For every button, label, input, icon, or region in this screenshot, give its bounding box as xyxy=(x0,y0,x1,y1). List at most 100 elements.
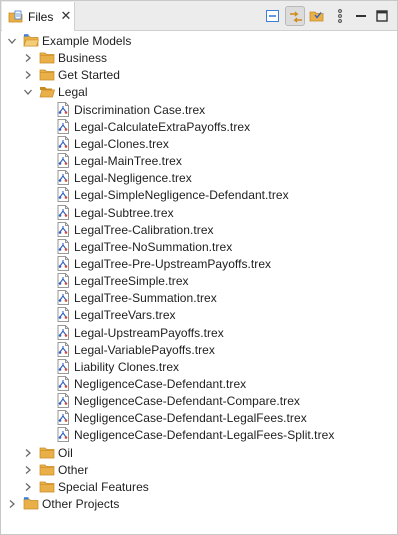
chevron-right-icon[interactable] xyxy=(23,464,33,474)
tree-item-legal-simplenegligence-defendant-trex[interactable]: Legal-SimpleNegligence-Defendant.trex xyxy=(1,186,395,203)
collapse-all-icon[interactable] xyxy=(263,6,283,26)
tree-item-get-started[interactable]: Get Started xyxy=(1,66,395,83)
tree-item-label: LegalTree-NoSummation.trex xyxy=(74,239,233,254)
chevron-right-icon[interactable] xyxy=(23,481,33,491)
tree-item-legal-clones-trex[interactable]: Legal-Clones.trex xyxy=(1,135,395,152)
tree-item-legaltree-calibration-trex[interactable]: LegalTree-Calibration.trex xyxy=(1,221,395,238)
trex-file-icon xyxy=(55,273,71,288)
tree-item-label: Legal-SimpleNegligence-Defendant.trex xyxy=(74,188,289,203)
tree-item-negligencecase-defendant-legalfees-split-trex[interactable]: NegligenceCase-Defendant-LegalFees-Split… xyxy=(1,426,395,443)
trex-file-icon xyxy=(55,204,71,220)
folder-icon xyxy=(39,462,55,477)
chevron-right-icon[interactable] xyxy=(23,69,33,80)
tree-item-legal-negligence-trex[interactable]: Legal-Negligence.trex xyxy=(1,169,395,186)
tree-item-legaltree-summation-trex[interactable]: LegalTree-Summation.trex xyxy=(1,289,395,306)
tree-item-legaltreevars-trex[interactable]: LegalTreeVars.trex xyxy=(1,306,395,323)
project-icon xyxy=(23,496,39,511)
tree-item-example-models[interactable]: Example Models xyxy=(1,32,395,49)
trex-file-icon xyxy=(55,410,71,426)
chevron-right-icon[interactable] xyxy=(23,447,33,457)
tree-item-legal[interactable]: Legal xyxy=(1,83,395,100)
tree-item-label: NegligenceCase-Defendant-Compare.trex xyxy=(74,394,300,409)
tree-item-liability-clones-trex[interactable]: Liability Clones.trex xyxy=(1,358,395,375)
trex-file-icon xyxy=(55,153,71,168)
tree-item-label: Special Features xyxy=(58,479,149,494)
tree-item-other-projects[interactable]: Other Projects xyxy=(1,495,395,512)
tab-files-label: Files xyxy=(28,10,54,24)
folder-icon xyxy=(39,479,55,494)
folder-icon xyxy=(39,67,55,82)
trex-file-icon xyxy=(55,101,71,117)
trex-file-icon xyxy=(55,393,71,409)
link-with-editor-icon[interactable] xyxy=(285,6,305,26)
trex-file-icon xyxy=(55,135,71,151)
chevron-right-icon[interactable] xyxy=(7,498,17,509)
tree-item-label: Legal xyxy=(58,85,88,100)
tree-item-label: NegligenceCase-Defendant-LegalFees.trex xyxy=(74,411,307,426)
open-folder-icon xyxy=(39,84,55,99)
tree-item-legal-upstreampayoffs-trex[interactable]: Legal-UpstreamPayoffs.trex xyxy=(1,324,395,341)
trex-file-icon xyxy=(55,358,71,374)
trex-file-icon xyxy=(55,376,71,391)
trex-file-icon xyxy=(55,427,71,443)
folder-icon xyxy=(39,445,55,460)
tree-item-label: Other Projects xyxy=(42,497,120,512)
tree-item-label: Other xyxy=(58,462,89,477)
trex-file-icon xyxy=(55,170,71,186)
tree-item-label: Legal-UpstreamPayoffs.trex xyxy=(74,325,224,340)
tree-item-legal-calculateextrapayoffs-trex[interactable]: Legal-CalculateExtraPayoffs.trex xyxy=(1,118,395,135)
tree-item-business[interactable]: Business xyxy=(1,49,395,66)
tree-item-label: Get Started xyxy=(58,68,120,83)
trex-file-icon xyxy=(55,256,71,271)
filter-icon[interactable] xyxy=(307,6,327,26)
trex-file-icon xyxy=(55,290,71,306)
tree-item-label: LegalTree-Calibration.trex xyxy=(74,222,214,237)
tree-item-legal-subtree-trex[interactable]: Legal-Subtree.trex xyxy=(1,204,395,221)
tree-item-negligencecase-defendant-trex[interactable]: NegligenceCase-Defendant.trex xyxy=(1,375,395,392)
tree-item-label: Legal-VariablePayoffs.trex xyxy=(74,342,215,357)
tree-item-label: Oil xyxy=(58,445,73,460)
tree-item-discrimination-case-trex[interactable]: Discrimination Case.trex xyxy=(1,101,395,118)
open-project-icon xyxy=(23,33,39,48)
tree-item-label: NegligenceCase-Defendant.trex xyxy=(74,377,247,391)
tree-item-label: Legal-Negligence.trex xyxy=(74,171,192,186)
trex-file-icon xyxy=(55,324,71,340)
tree-item-oil[interactable]: Oil xyxy=(1,444,395,461)
close-icon[interactable]: ✕ xyxy=(60,9,72,23)
trex-file-icon xyxy=(55,221,71,237)
tree-item-negligencecase-defendant-legalfees-trex[interactable]: NegligenceCase-Defendant-LegalFees.trex xyxy=(1,409,395,426)
tree-item-label: Legal-CalculateExtraPayoffs.trex xyxy=(74,119,251,134)
trex-file-icon xyxy=(55,341,71,357)
tree-item-legaltree-nosummation-trex[interactable]: LegalTree-NoSummation.trex xyxy=(1,238,395,255)
chevron-down-icon[interactable] xyxy=(7,35,17,45)
tree-item-special-features[interactable]: Special Features xyxy=(1,478,395,495)
tab-files[interactable]: Files ✕ xyxy=(2,2,75,31)
tree-item-label: Legal-Subtree.trex xyxy=(74,205,174,220)
trex-file-icon xyxy=(55,307,71,323)
tree-item-label: LegalTreeSimple.trex xyxy=(74,274,189,289)
tree-item-label: LegalTreeVars.trex xyxy=(74,308,176,323)
maximize-icon[interactable] xyxy=(372,6,392,26)
chevron-right-icon[interactable] xyxy=(23,52,33,63)
files-view-icon xyxy=(8,9,24,25)
tree-item-legal-maintree-trex[interactable]: Legal-MainTree.trex xyxy=(1,152,395,169)
view-menu-icon[interactable] xyxy=(330,6,350,26)
tree-item-other[interactable]: Other xyxy=(1,461,395,478)
tree-item-label: Legal-Clones.trex xyxy=(74,136,169,151)
tree-item-legaltreesimple-trex[interactable]: LegalTreeSimple.trex xyxy=(1,272,395,289)
trex-file-icon xyxy=(55,187,71,203)
trex-file-icon xyxy=(55,238,71,254)
file-tree[interactable]: Example Models Business Get Started Legal Di… xyxy=(1,32,397,534)
chevron-down-icon[interactable] xyxy=(23,86,33,96)
tree-item-label: Example Models xyxy=(42,34,132,48)
trex-file-icon xyxy=(55,118,71,134)
minimize-icon[interactable] xyxy=(351,6,371,26)
tree-item-negligencecase-defendant-compare-trex[interactable]: NegligenceCase-Defendant-Compare.trex xyxy=(1,392,395,409)
tree-item-label: Business xyxy=(58,51,108,66)
tree-item-label: Legal-MainTree.trex xyxy=(74,154,182,169)
tree-item-label: LegalTree-Summation.trex xyxy=(74,291,217,306)
tree-item-legaltree-pre-upstreampayoffs-trex[interactable]: LegalTree-Pre-UpstreamPayoffs.trex xyxy=(1,255,395,272)
tree-item-label: NegligenceCase-Defendant-LegalFees-Split… xyxy=(74,428,335,443)
tree-item-legal-variablepayoffs-trex[interactable]: Legal-VariablePayoffs.trex xyxy=(1,341,395,358)
files-view: Files ✕ Example Models Business Get Star… xyxy=(0,0,398,535)
